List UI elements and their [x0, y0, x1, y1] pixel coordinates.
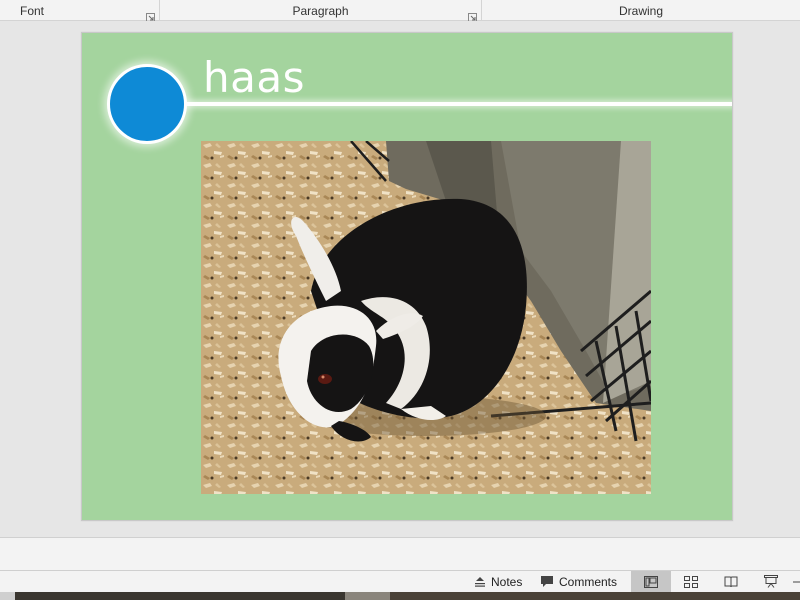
zoom-out-icon[interactable]: [792, 571, 800, 592]
accent-circle-decoration: [107, 64, 187, 144]
slide-title[interactable]: haas: [203, 53, 305, 103]
notes-label: Notes: [491, 574, 523, 589]
comments-button[interactable]: Comments: [540, 571, 617, 592]
comment-icon: [540, 575, 554, 588]
slide-sorter-view-button[interactable]: [683, 571, 699, 592]
ribbon-group-drawing-label: Drawing: [618, 4, 663, 18]
slide-sorter-icon: [684, 575, 698, 588]
normal-view-icon: [644, 575, 658, 588]
ribbon-group-paragraph-label: Paragraph: [292, 4, 349, 18]
slide-editing-area[interactable]: haas: [0, 21, 800, 537]
notes-pane[interactable]: [0, 537, 800, 570]
ribbon-group-drawing: Drawing: [482, 0, 800, 21]
slide-show-view-button[interactable]: [763, 571, 779, 592]
reading-view-icon: [724, 576, 738, 588]
slide-canvas[interactable]: haas: [81, 32, 733, 521]
notes-icon: [474, 576, 486, 588]
ribbon-group-font: Font: [0, 0, 160, 22]
slide-show-icon: [764, 575, 778, 588]
font-dialog-launcher-icon[interactable]: [146, 7, 155, 22]
rabbit-photo[interactable]: [201, 141, 651, 494]
ribbon-group-paragraph: Paragraph: [160, 0, 482, 22]
taskbar-strip: [0, 592, 800, 600]
ribbon-group-font-label: Font: [20, 4, 45, 18]
ribbon-group-labels: Font Paragraph Drawing: [0, 0, 800, 22]
normal-view-button[interactable]: [631, 571, 671, 592]
reading-view-button[interactable]: [723, 571, 739, 592]
status-bar: Notes Comments: [0, 570, 800, 592]
notes-button[interactable]: Notes: [474, 571, 522, 592]
paragraph-dialog-launcher-icon[interactable]: [468, 7, 477, 22]
comments-label: Comments: [559, 574, 618, 589]
